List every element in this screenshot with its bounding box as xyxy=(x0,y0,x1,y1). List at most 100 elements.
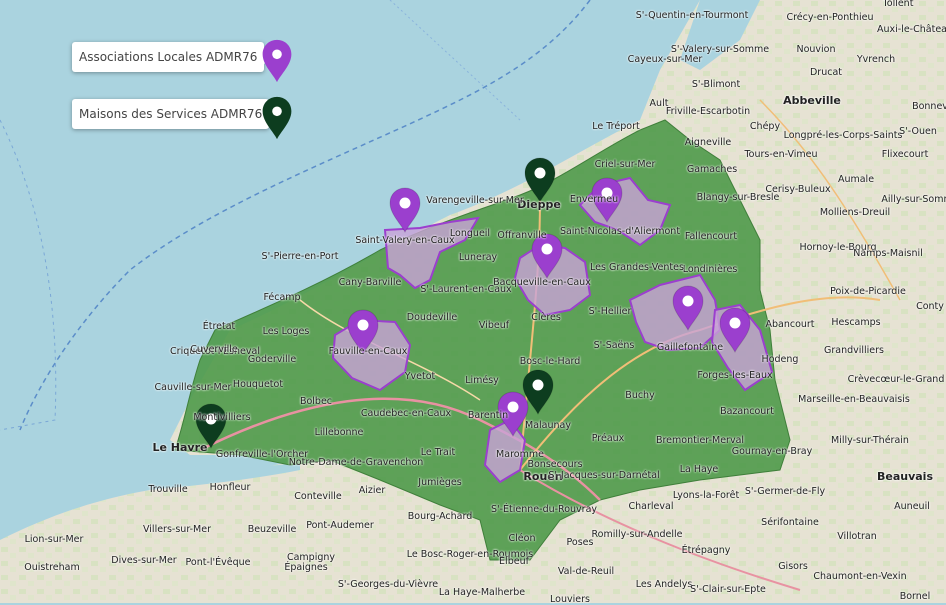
place-label: Abancourt xyxy=(765,319,815,330)
place-label: Le Trait xyxy=(420,447,456,458)
place-label: Abbeville xyxy=(783,94,841,107)
place-label: Milly-sur-Thérain xyxy=(831,435,909,446)
place-label: S'-Blimont xyxy=(691,79,741,90)
place-label: Les Loges xyxy=(262,326,310,337)
place-label: Jumièges xyxy=(418,477,462,488)
place-label: Varengeville-sur-Mer xyxy=(426,195,524,206)
place-label: Gaillefontaine xyxy=(656,342,724,353)
place-label: Hodeng xyxy=(761,354,799,365)
map-pin-icon-associations xyxy=(262,39,292,83)
place-label: Gisors xyxy=(778,561,808,572)
place-label: Pont-l'Évêque xyxy=(185,557,251,568)
place-label: Saint-Nicolas-d'Aliermont xyxy=(559,226,681,237)
place-label: Luneray xyxy=(458,252,498,263)
legend-maisons-text: Maisons des Services ADMR76 xyxy=(79,107,263,121)
place-label: Cuverville xyxy=(190,344,238,355)
place-label: Houquetot xyxy=(232,379,284,390)
place-label: Fallencourt xyxy=(684,231,738,242)
place-label: Criel-sur-Mer xyxy=(594,159,656,170)
place-label: Auneuil xyxy=(894,501,930,512)
place-label: Conty xyxy=(916,301,944,312)
place-label: Romilly-sur-Andelle xyxy=(591,529,683,540)
place-label: Tollent xyxy=(882,0,914,9)
place-label: Honfleur xyxy=(209,482,251,493)
place-label: Ouistreham xyxy=(24,562,80,573)
place-label: Limésy xyxy=(465,375,499,386)
place-label: S'-Germer-de-Fly xyxy=(744,486,826,497)
place-label: Étretat xyxy=(202,321,236,332)
place-label: Lyons-la-Forêt xyxy=(672,490,740,501)
place-label: Lion-sur-Mer xyxy=(24,534,84,545)
place-label: Préaux xyxy=(591,433,625,444)
place-label: Crèvecœur-le-Grand xyxy=(847,374,945,385)
place-label: La Haye xyxy=(679,464,719,475)
place-label: S'-Ouen xyxy=(899,126,937,137)
place-label: Trouville xyxy=(148,484,188,495)
place-label: La Haye-Malherbe xyxy=(438,587,526,598)
map-pin-dot-icon xyxy=(357,319,369,331)
place-label: Marseille-en-Beauvaisis xyxy=(798,394,910,405)
place-label: Bonnev xyxy=(912,101,946,112)
place-label: Bazancourt xyxy=(720,406,774,417)
place-label: Flixecourt xyxy=(881,149,929,160)
place-label: Val-de-Reuil xyxy=(557,566,615,577)
place-label: S'-Hellier xyxy=(588,306,632,317)
place-label: Barentin xyxy=(467,410,509,421)
place-label: Poses xyxy=(566,537,594,548)
place-label: Tours-en-Vimeu xyxy=(744,149,818,160)
place-label: Bornel xyxy=(899,591,931,602)
map[interactable] xyxy=(0,0,946,603)
place-label: Cerisy-Buleux xyxy=(765,184,831,195)
place-label: Doudeville xyxy=(406,312,458,323)
place-label: Forges-les-Eaux xyxy=(697,370,773,381)
place-label: S'-Clair-sur-Epte xyxy=(690,584,766,595)
place-label: Dives-sur-Mer xyxy=(111,555,177,566)
place-label: Poix-de-Picardie xyxy=(830,286,906,297)
place-label: Goderville xyxy=(247,354,297,365)
place-label: Saint-Valery-en-Caux xyxy=(355,235,455,246)
place-label: Cany-Barville xyxy=(338,277,402,288)
place-label: Auxi-le-Château xyxy=(876,24,946,35)
place-label: Chaumont-en-Vexin xyxy=(813,571,907,582)
place-label: Chépy xyxy=(749,121,781,132)
place-label: Molliens-Dreuil xyxy=(819,207,891,218)
place-label: Bolbec xyxy=(299,396,333,407)
place-label: Aumale xyxy=(837,174,875,185)
place-label: Buchy xyxy=(625,390,655,401)
place-label: S'-Quentin-en-Tourmont xyxy=(635,10,749,21)
place-label: Beuzeville xyxy=(247,524,297,535)
place-label: Elbeuf xyxy=(499,556,529,567)
legend-associations-text: Associations Locales ADMR76 xyxy=(79,50,258,64)
place-label: Nouvion xyxy=(796,44,836,55)
place-label: Longpré-les-Corps-Saints xyxy=(783,130,903,141)
place-label: Les Grandes-Ventes xyxy=(590,262,684,273)
place-label: Bourg-Achard xyxy=(407,511,473,522)
place-label: Drucat xyxy=(809,67,843,78)
place-label: Londinières xyxy=(682,264,738,275)
place-label: Yvrench xyxy=(856,54,896,65)
map-pin-dot-icon xyxy=(532,379,544,391)
place-label: Maromme xyxy=(496,449,544,460)
place-label: S'-Laurent-en-Caux xyxy=(420,284,512,295)
place-label: Fauville-en-Caux xyxy=(328,346,408,357)
place-label: Les Andelys xyxy=(635,579,693,590)
place-label: Aigneville xyxy=(684,137,732,148)
place-label: Pont-Audemer xyxy=(306,520,374,531)
place-label: Malaunay xyxy=(525,420,571,431)
map-pin-dot-icon xyxy=(682,295,694,307)
place-label: Louviers xyxy=(550,594,590,605)
place-label: Conteville xyxy=(294,491,342,502)
place-label: Hescamps xyxy=(831,317,881,328)
place-label: Épaignes xyxy=(284,562,328,573)
place-label: Montivilliers xyxy=(193,412,251,423)
place-label: S'-Pierre-en-Port xyxy=(261,251,339,262)
place-label: Bonsecours xyxy=(527,459,583,470)
place-label: Le Havre xyxy=(152,441,208,454)
place-label: Caudebec-en-Caux xyxy=(360,408,452,419)
place-label: Grandvilliers xyxy=(823,345,885,356)
place-label: Clères xyxy=(531,312,561,323)
place-label: Cléon xyxy=(508,533,536,544)
place-label: S'-Jacques-sur-Darnétal xyxy=(548,470,660,481)
place-label: Longueil xyxy=(449,228,491,239)
place-label: Namps-Maisnil xyxy=(853,248,923,259)
